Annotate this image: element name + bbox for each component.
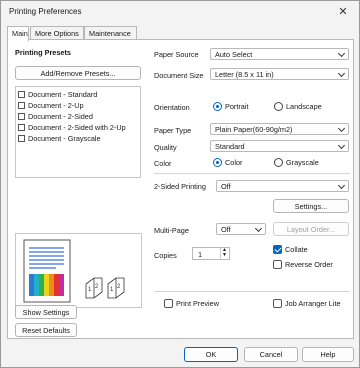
divider xyxy=(154,291,350,292)
preset-label: Document - Grayscale xyxy=(28,134,101,143)
help-button[interactable]: Help xyxy=(302,347,354,362)
preset-item[interactable]: Document - 2-Up xyxy=(18,101,84,111)
grayscale-option-label: Grayscale xyxy=(286,158,319,167)
printing-presets-heading: Printing Presets xyxy=(15,48,71,57)
paper-source-value: Auto Select xyxy=(215,50,253,59)
radio-icon xyxy=(274,102,283,111)
document-icon xyxy=(18,102,25,109)
paper-type-label: Paper Type xyxy=(154,126,192,135)
paper-type-value: Plain Paper(60-90g/m2) xyxy=(215,125,293,134)
chevron-down-icon xyxy=(254,224,263,233)
color-radio[interactable]: Color xyxy=(213,158,242,167)
preset-label: Document - Standard xyxy=(28,90,98,99)
collate-label: Collate xyxy=(285,245,308,254)
multi-page-value: Off xyxy=(221,225,231,234)
radio-selected-icon xyxy=(213,158,222,167)
tab-more-options[interactable]: More Options xyxy=(30,26,84,40)
collate-checkbox[interactable]: Collate xyxy=(273,245,308,254)
job-arranger-lite-label: Job Arranger Lite xyxy=(285,299,341,308)
multi-page-label: Multi-Page xyxy=(154,226,189,235)
layout-order-button[interactable]: Layout Order... xyxy=(273,222,349,236)
quality-label: Quality xyxy=(154,143,177,152)
main-tab-panel: Printing Presets Add/Remove Presets... D… xyxy=(7,39,354,339)
preset-label: Document - 2-Sided xyxy=(28,112,93,121)
reverse-order-label: Reverse Order xyxy=(285,260,333,269)
paper-source-label: Paper Source xyxy=(154,50,199,59)
preset-item[interactable]: Document - 2-Sided xyxy=(18,112,93,122)
document-size-label: Document Size xyxy=(154,71,204,80)
dialog-footer: OK Cancel Help xyxy=(1,341,359,367)
two-sided-printing-select[interactable]: Off xyxy=(216,180,349,192)
cancel-button[interactable]: Cancel xyxy=(244,347,298,362)
radio-icon xyxy=(274,158,283,167)
divider xyxy=(154,173,350,174)
multi-page-select[interactable]: Off xyxy=(216,223,266,235)
document-icon xyxy=(18,113,25,120)
document-icon xyxy=(18,135,25,142)
document-icon xyxy=(18,91,25,98)
stepper-down-icon[interactable]: ▼ xyxy=(222,253,227,258)
chevron-down-icon xyxy=(337,49,346,58)
orientation-landscape-radio[interactable]: Landscape xyxy=(274,102,322,111)
landscape-label: Landscape xyxy=(286,102,322,111)
checkbox-icon xyxy=(164,299,173,308)
print-preview-checkbox[interactable]: Print Preview xyxy=(164,299,219,308)
color-option-label: Color xyxy=(225,158,243,167)
window-title: Printing Preferences xyxy=(9,7,82,16)
tab-maintenance[interactable]: Maintenance xyxy=(84,26,137,40)
add-remove-presets-button[interactable]: Add/Remove Presets... xyxy=(15,66,141,80)
checkbox-icon xyxy=(273,260,282,269)
grayscale-radio[interactable]: Grayscale xyxy=(274,158,319,167)
two-sided-printing-label: 2-Sided Printing xyxy=(154,182,206,191)
copies-label: Copies xyxy=(154,251,177,260)
job-arranger-lite-checkbox[interactable]: Job Arranger Lite xyxy=(273,299,341,308)
stepper-arrows[interactable]: ▲ ▼ xyxy=(220,248,228,259)
color-label: Color xyxy=(154,159,172,168)
print-preview-label: Print Preview xyxy=(176,299,219,308)
chevron-down-icon xyxy=(337,181,346,190)
document-icon xyxy=(18,124,25,131)
chevron-down-icon xyxy=(337,124,346,133)
page-preview-icon: 1 2 1 2 xyxy=(23,239,125,303)
show-settings-button[interactable]: Show Settings xyxy=(15,305,77,319)
presets-list: Document - Standard Document - 2-Up Docu… xyxy=(15,86,141,178)
chevron-down-icon xyxy=(337,69,346,78)
close-icon[interactable]: ✕ xyxy=(335,4,351,20)
print-preview-graphic: 1 2 1 2 xyxy=(15,233,142,308)
document-size-value: Letter (8.5 x 11 in) xyxy=(215,70,274,79)
paper-type-select[interactable]: Plain Paper(60-90g/m2) xyxy=(210,123,349,135)
paper-source-select[interactable]: Auto Select xyxy=(210,48,349,60)
printing-preferences-window: Printing Preferences ✕ Main More Options… xyxy=(0,0,360,368)
two-sided-value: Off xyxy=(221,182,231,191)
chevron-down-icon xyxy=(337,141,346,150)
checkbox-checked-icon xyxy=(273,245,282,254)
ok-button[interactable]: OK xyxy=(184,347,238,362)
reverse-order-checkbox[interactable]: Reverse Order xyxy=(273,260,333,269)
tab-main[interactable]: Main xyxy=(7,26,29,41)
radio-selected-icon xyxy=(213,102,222,111)
preset-item[interactable]: Document - Standard xyxy=(18,90,97,100)
preset-label: Document - 2-Up xyxy=(28,101,84,110)
document-size-select[interactable]: Letter (8.5 x 11 in) xyxy=(210,68,349,80)
reset-defaults-button[interactable]: Reset Defaults xyxy=(15,323,77,337)
copies-stepper[interactable]: 1 ▲ ▼ xyxy=(192,247,230,260)
orientation-label: Orientation xyxy=(154,103,190,112)
preset-label: Document - 2-Sided with 2-Up xyxy=(28,123,126,132)
orientation-portrait-radio[interactable]: Portrait xyxy=(213,102,249,111)
quality-value: Standard xyxy=(215,142,245,151)
two-sided-settings-button[interactable]: Settings... xyxy=(273,199,349,213)
title-bar: Printing Preferences ✕ xyxy=(1,1,359,23)
preset-item[interactable]: Document - Grayscale xyxy=(18,134,101,144)
portrait-label: Portrait xyxy=(225,102,249,111)
quality-select[interactable]: Standard xyxy=(210,140,349,152)
preset-item[interactable]: Document - 2-Sided with 2-Up xyxy=(18,123,126,133)
copies-value: 1 xyxy=(198,250,203,259)
checkbox-icon xyxy=(273,299,282,308)
